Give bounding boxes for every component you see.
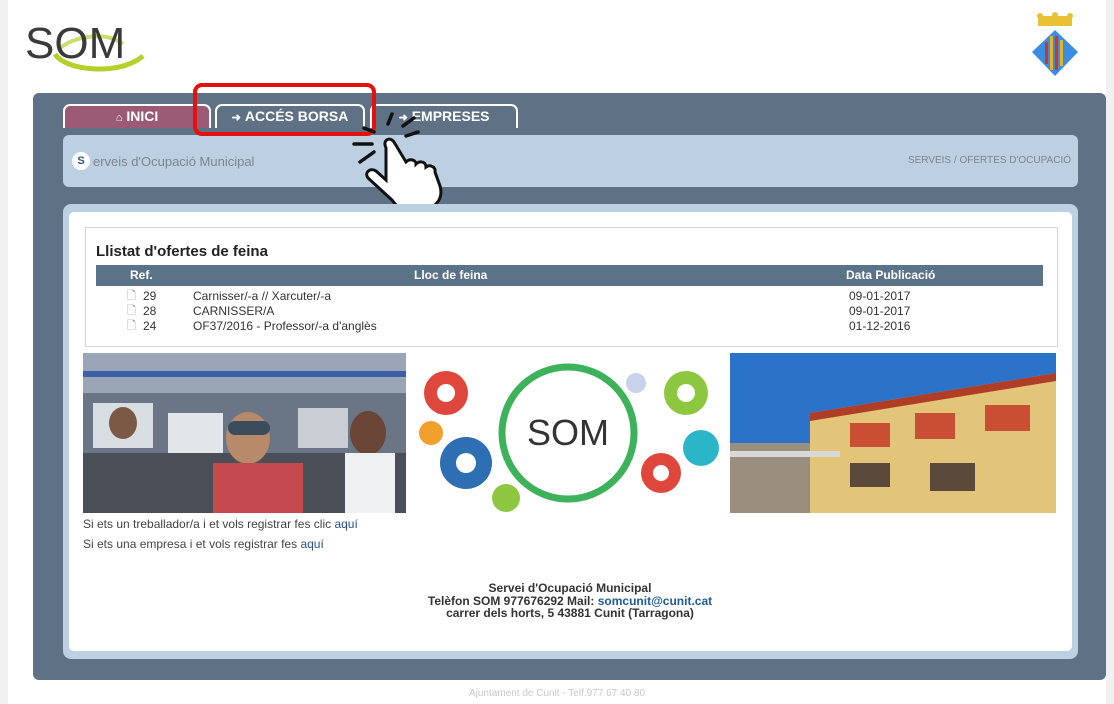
offer-title[interactable]: OF37/2016 - Professor/-a d'anglès bbox=[193, 320, 377, 332]
document-icon: 🗋 bbox=[127, 290, 136, 302]
column-header-ref: Ref. bbox=[130, 268, 153, 282]
town-crest-icon bbox=[1032, 12, 1078, 76]
offers-title: Llistat d'ofertes de feina bbox=[96, 243, 268, 260]
offer-ref: 24 bbox=[143, 319, 157, 333]
offer-date: 09-01-2017 bbox=[849, 289, 911, 303]
document-icon: 🗋 bbox=[127, 320, 136, 332]
offer-date: 09-01-2017 bbox=[849, 304, 911, 318]
table-row[interactable]: 🗋 29 Carnisser/-a // Xarcuter/-a 09-01-2… bbox=[96, 290, 1043, 302]
document-icon: 🗋 bbox=[127, 305, 136, 317]
breadcrumb[interactable]: SERVEIS / OFERTES D'OCUPACIÓ bbox=[908, 155, 1071, 166]
company-register-line: Si ets una empresa i et vols registrar f… bbox=[83, 537, 324, 551]
svg-text:SOM: SOM bbox=[25, 19, 125, 68]
site-title: erveis d'Ocupació Municipal bbox=[93, 154, 255, 169]
offers-table-header: Ref. Lloc de feina Data Publicació bbox=[96, 265, 1043, 286]
hand-cursor-icon bbox=[352, 112, 443, 213]
offer-title[interactable]: Carnisser/-a // Xarcuter/-a bbox=[193, 290, 331, 302]
site-badge: S bbox=[72, 152, 90, 170]
home-icon: ⌂ bbox=[115, 112, 123, 124]
table-row[interactable]: 🗋 24 OF37/2016 - Professor/-a d'anglès 0… bbox=[96, 320, 1043, 332]
tab-label: INICI bbox=[126, 108, 159, 124]
offer-date: 01-12-2016 bbox=[849, 319, 911, 333]
offer-ref: 29 bbox=[143, 289, 157, 303]
building-photo bbox=[730, 353, 1056, 513]
footer-address: carrer dels horts, 5 43881 Cunit (Tarrag… bbox=[446, 606, 694, 620]
som-gears-banner: SOM bbox=[406, 353, 730, 513]
worker-register-line: Si ets un treballador/a i et vols regist… bbox=[83, 517, 358, 531]
offer-title[interactable]: CARNISSER/A bbox=[193, 305, 274, 317]
office-workers-photo bbox=[83, 353, 406, 513]
footer-contact: Servei d'Ocupació Municipal Telèfon SOM … bbox=[340, 582, 800, 620]
table-row[interactable]: 🗋 28 CARNISSER/A 09-01-2017 bbox=[96, 305, 1043, 317]
column-header-lloc: Lloc de feina bbox=[414, 268, 488, 282]
som-logo[interactable]: SOM bbox=[25, 16, 155, 76]
worker-register-link[interactable]: aquí bbox=[334, 517, 357, 531]
offer-ref: 28 bbox=[143, 304, 157, 318]
column-header-data: Data Publicació bbox=[846, 268, 936, 282]
bottom-note: Ajuntament de Cunit - Telf.977 67 40 80 bbox=[468, 688, 646, 699]
tab-inici[interactable]: ⌂ INICI bbox=[63, 104, 211, 128]
svg-text:SOM: SOM bbox=[527, 412, 609, 453]
company-register-link[interactable]: aquí bbox=[300, 537, 323, 551]
